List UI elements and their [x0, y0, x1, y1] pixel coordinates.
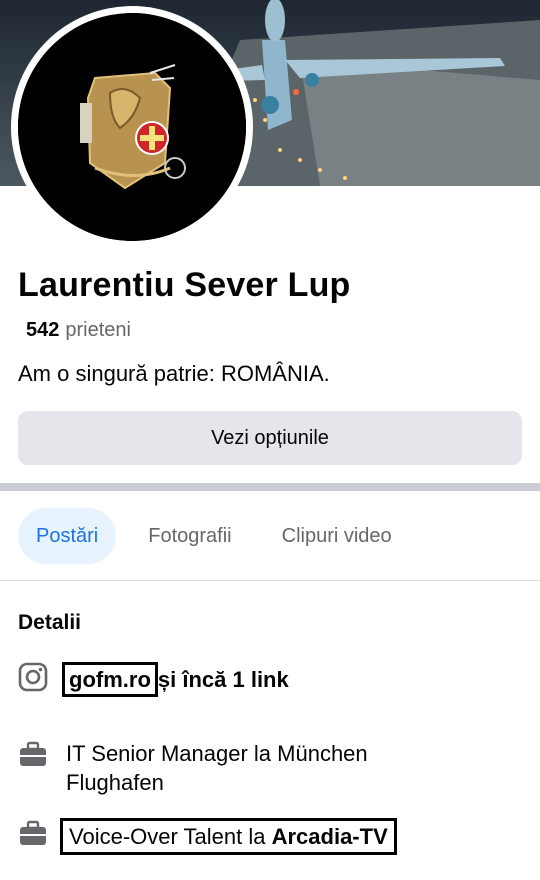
friends-count[interactable]: 542 prieteni	[26, 319, 131, 342]
briefcase-icon	[20, 741, 46, 766]
job-2-company-link[interactable]: Arcadia-TV	[272, 824, 388, 849]
friends-count-label: prieteni	[65, 319, 131, 341]
detail-links: gofm.ro și încă 1 link	[18, 662, 289, 697]
profile-name: Laurentiu Sever Lup	[18, 266, 351, 304]
tab-posts[interactable]: Postări	[18, 508, 117, 564]
details-title: Detalii	[18, 611, 82, 634]
job-1-text: IT Senior Manager la München Flughafen	[66, 741, 368, 795]
job-2-highlight: Voice-Over Talent la Arcadia-TV	[60, 818, 397, 855]
more-links-link[interactable]: și încă 1 link	[158, 667, 289, 692]
tab-photos[interactable]: Fotografii	[130, 508, 249, 564]
website-link[interactable]: gofm.ro	[62, 662, 158, 697]
instagram-icon	[18, 662, 48, 692]
detail-job-2: Voice-Over Talent la Arcadia-TV	[18, 818, 397, 855]
job-2-prefix: Voice-Over Talent la	[69, 824, 272, 849]
coat-of-arms-logo	[18, 13, 246, 241]
section-separator	[0, 483, 540, 491]
briefcase-icon	[20, 820, 46, 845]
see-options-button[interactable]: Vezi opțiunile	[18, 411, 522, 465]
avatar[interactable]	[18, 13, 246, 241]
tab-videos[interactable]: Clipuri video	[264, 508, 410, 564]
profile-bio: Am o singură patrie: ROMÂNIA.	[18, 361, 330, 386]
friends-count-number: 542	[26, 319, 60, 341]
detail-job-1: IT Senior Manager la München Flughafen	[18, 739, 456, 797]
tabs-divider	[0, 580, 540, 581]
profile-tabs: Postări Fotografii Clipuri video	[18, 508, 424, 564]
